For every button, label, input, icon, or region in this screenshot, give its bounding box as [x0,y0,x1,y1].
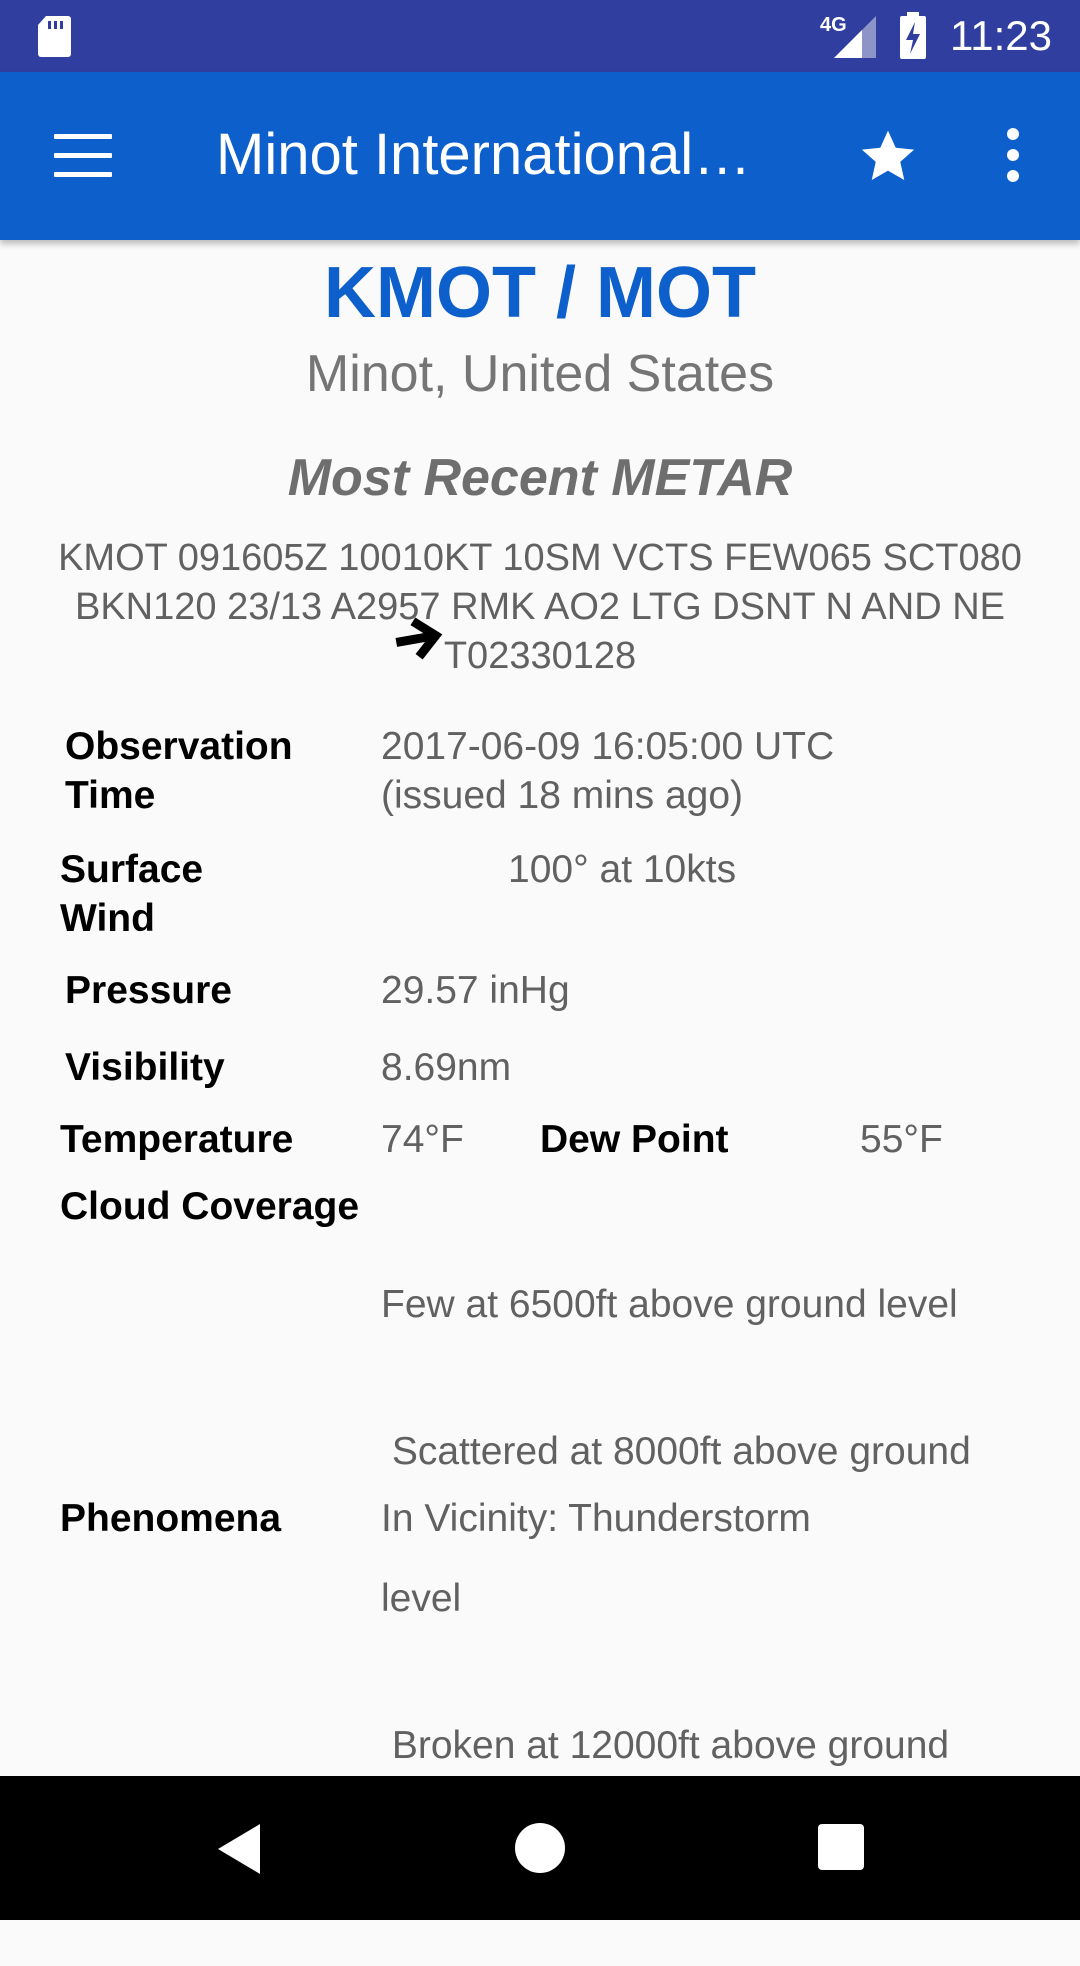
metar-section-title: Most Recent METAR [287,449,793,507]
signal-icon [834,16,876,58]
home-icon[interactable] [515,1823,565,1873]
surface-wind-value: 100° at 10kts [508,848,737,891]
phenomena-value: In Vicinity: Thunderstorm [381,1497,811,1540]
sd-card-icon [38,16,71,57]
back-icon[interactable] [214,1822,264,1876]
cloud-layer-line: Few at 6500ft above ground level [381,1283,958,1326]
visibility-value: 8.69nm [381,1046,512,1089]
cloud-layer-line: Scattered at 8000ft above ground [381,1430,971,1473]
observation-time-label: Observation Time [65,725,293,817]
station-code: KMOT / MOT [324,253,756,333]
observation-time-value: 2017-06-09 16:05:00 UTC (issued 18 mins … [381,725,835,817]
menu-icon[interactable] [54,134,112,178]
station-location: Minot, United States [305,345,775,403]
raw-metar: KMOT 091605Z 10010KT 10SM VCTS FEW065 SC… [58,537,1022,677]
cloud-layer-line: level [381,1577,462,1620]
temperature-label: Temperature [60,1118,294,1161]
app-title: Minot International… [216,122,752,187]
status-bar: 4G 11:23 [0,0,1080,72]
dew-point-label: Dew Point [540,1118,729,1161]
phenomena-label: Phenomena [60,1497,282,1540]
wind-direction-arrow-icon [395,617,443,660]
visibility-label: Visibility [65,1046,225,1089]
navigation-bar [0,1776,1080,1920]
battery-charging-icon [900,12,926,59]
dew-point-value: 55°F [860,1118,943,1161]
more-vert-icon[interactable] [998,128,1028,184]
pressure-value: 29.57 inHg [381,969,570,1012]
recents-icon[interactable] [818,1824,864,1870]
star-icon[interactable] [856,124,920,188]
cloud-layer-line: Broken at 12000ft above ground [381,1724,950,1767]
surface-wind-label: Surface Wind [60,848,204,940]
app-bar: Minot International… [0,72,1080,240]
status-time: 11:23 [950,12,1052,59]
temperature-value: 74°F [381,1118,464,1161]
cloud-coverage-label: Cloud Coverage [60,1185,360,1228]
pressure-label: Pressure [65,969,232,1012]
